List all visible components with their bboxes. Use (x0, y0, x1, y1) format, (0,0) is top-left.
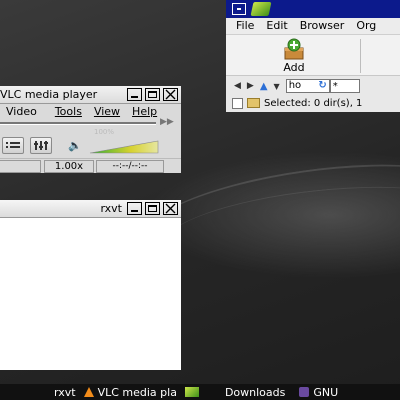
rxvt-titlebar[interactable]: rxvt (0, 200, 181, 218)
forward-icon[interactable]: ▶ (247, 81, 254, 91)
menu-organize[interactable]: Org (350, 18, 382, 34)
folder-icon (247, 98, 260, 108)
add-archive-icon (284, 38, 304, 60)
seek-bar[interactable] (0, 122, 156, 125)
volume-ramp (89, 140, 159, 154)
file-manager-window: File Edit Browser Org Add ◀ ▶ ▲ ▼ ho ↻ * (226, 0, 400, 112)
checkbox-icon[interactable] (232, 97, 243, 109)
taskbar-item-label: rxvt (54, 385, 76, 399)
emacs-icon (299, 387, 310, 397)
fast-forward-icon[interactable]: ▶▶ (160, 117, 174, 127)
rxvt-title: rxvt (100, 202, 122, 215)
back-icon[interactable]: ◀ (234, 81, 241, 91)
menu-video[interactable]: Video (0, 104, 49, 119)
file-manager-statusbar: Selected: 0 dir(s), 1 (226, 96, 400, 110)
taskbar-item-gnu[interactable]: GNU (295, 386, 342, 399)
equalizer-button[interactable] (30, 137, 52, 154)
dropdown-icon[interactable]: ▼ (274, 82, 280, 91)
filter-input-value: * (332, 81, 338, 92)
vlc-cone-icon (83, 387, 94, 397)
up-icon[interactable]: ▲ (260, 81, 268, 92)
menu-file[interactable]: File (226, 18, 260, 34)
vlc-menubar: Video Tools View Help (0, 104, 181, 119)
menu-view[interactable]: View (88, 104, 126, 119)
taskbar-item-label: Downloads (224, 385, 286, 399)
file-manager-icon (184, 387, 199, 397)
add-button[interactable]: Add (276, 38, 312, 74)
playlist-icon (6, 142, 20, 148)
close-button[interactable] (163, 88, 178, 101)
volume-label: 100% (94, 128, 115, 136)
speaker-icon[interactable]: 🔈 (68, 139, 82, 152)
terminal-area[interactable] (0, 218, 181, 370)
filter-input[interactable]: * (329, 79, 360, 93)
toolbar-separator (360, 39, 361, 73)
add-label: Add (283, 61, 305, 74)
vlc-titlebar[interactable]: VLC media player (0, 86, 181, 104)
selection-status: Selected: 0 dir(s), 1 (264, 97, 363, 109)
menu-help[interactable]: Help (126, 104, 163, 119)
status-left-panel (0, 160, 41, 173)
rxvt-window: rxvt (0, 200, 181, 370)
time-display: --:--/--:-- (96, 160, 164, 173)
speed-value: 1.00x (54, 161, 84, 172)
status-row: 1.00x --:--/--:-- (0, 158, 181, 173)
file-manager-titlebar[interactable] (226, 0, 400, 18)
close-icon (165, 203, 176, 214)
menu-video-label: Video (6, 105, 37, 118)
taskbar: rxvt VLC media pla Downloads GNU (0, 384, 400, 400)
window-menu-icon[interactable] (232, 3, 246, 15)
file-manager-menubar: File Edit Browser Org (226, 18, 400, 35)
taskbar-item-vlc[interactable]: VLC media pla (80, 386, 181, 399)
equalizer-icon (34, 141, 48, 150)
taskbar-item-rxvt[interactable]: rxvt (50, 386, 80, 399)
close-icon (165, 89, 176, 100)
volume-slider[interactable]: 100% (88, 128, 160, 154)
menu-edit[interactable]: Edit (260, 18, 293, 34)
vlc-title: VLC media player (0, 88, 98, 101)
time-value: --:--/--:-- (112, 161, 148, 171)
taskbar-item-label: VLC media pla (97, 385, 177, 399)
app-icon (250, 2, 272, 16)
path-input[interactable]: ho ↻ (285, 79, 330, 93)
menu-browser[interactable]: Browser (294, 18, 351, 34)
maximize-button[interactable] (145, 202, 160, 215)
maximize-button[interactable] (145, 88, 160, 101)
file-manager-navbar: ◀ ▶ ▲ ▼ ho ↻ * (226, 77, 400, 95)
taskbar-item-downloads[interactable]: Downloads (181, 386, 289, 399)
path-input-value: ho (288, 80, 302, 91)
refresh-icon[interactable]: ↻ (318, 79, 326, 93)
close-button[interactable] (163, 202, 178, 215)
minimize-button[interactable] (127, 202, 142, 215)
vlc-window: VLC media player Video Tools View Help ▶… (0, 86, 181, 173)
speed-display[interactable]: 1.00x (44, 160, 94, 173)
menu-tools[interactable]: Tools (49, 104, 88, 119)
minimize-button[interactable] (127, 88, 142, 101)
taskbar-item-label: GNU (313, 385, 339, 399)
playlist-button[interactable] (2, 137, 24, 154)
file-manager-toolbar: Add (226, 35, 400, 76)
